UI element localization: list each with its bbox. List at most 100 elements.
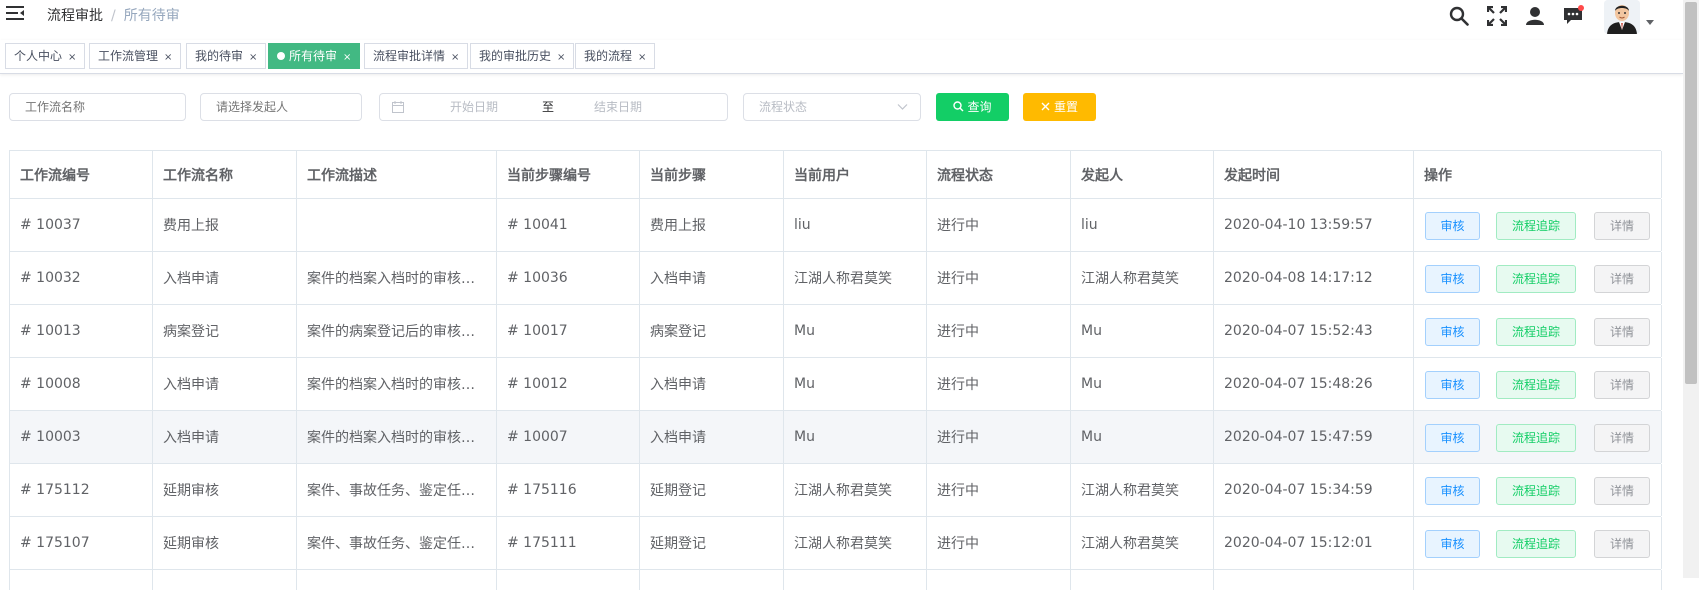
- tag-my-pending[interactable]: 我的待审 ×: [186, 43, 267, 69]
- workflow-description-text: 案件的档案入档时的审核…: [307, 271, 475, 287]
- user-icon[interactable]: [1522, 3, 1548, 29]
- close-icon[interactable]: ×: [249, 52, 257, 63]
- cell-empty: [927, 570, 1071, 590]
- start-date-input[interactable]: 开始日期: [450, 94, 498, 120]
- workflow-name-input[interactable]: [9, 93, 186, 121]
- audit-button[interactable]: 审核: [1425, 318, 1480, 346]
- breadcrumb-separator: /: [111, 8, 116, 24]
- column-header-current-user: 当前用户: [784, 151, 927, 198]
- actions-cell: 审核 流程追踪 详情: [1414, 199, 1662, 251]
- close-icon[interactable]: ×: [451, 52, 459, 63]
- table-row: # 10037 费用上报 # 10041 费用上报 liu 进行中 liu 20…: [10, 199, 1662, 252]
- vertical-scrollbar[interactable]: [1683, 0, 1699, 578]
- tag-label: 所有待审: [289, 49, 338, 63]
- detail-button[interactable]: 详情: [1594, 212, 1650, 240]
- workflow-name-cell: 延期审核: [153, 517, 297, 569]
- column-header-initiator: 发起人: [1071, 151, 1214, 198]
- audit-button[interactable]: 审核: [1425, 477, 1480, 505]
- tags-view: 个人中心 × 工作流管理 × 我的待审 × 所有待审 × 流程审批详情 × 我的审批历史 ×…: [0, 40, 1683, 74]
- search-icon[interactable]: [1446, 3, 1472, 29]
- trace-button[interactable]: 流程追踪: [1496, 318, 1576, 346]
- end-date-input[interactable]: 结束日期: [594, 94, 642, 120]
- detail-button[interactable]: 详情: [1594, 424, 1650, 452]
- trace-button[interactable]: 流程追踪: [1496, 424, 1576, 452]
- workflow-id-cell: # 10008: [10, 358, 153, 410]
- tag-label: 我的审批历史: [479, 49, 552, 63]
- search-button[interactable]: 查询: [936, 93, 1009, 121]
- actions-cell: 审核 流程追踪 详情: [1414, 464, 1662, 516]
- tag-personal-center[interactable]: 个人中心 ×: [5, 43, 86, 69]
- tag-workflow-management[interactable]: 工作流管理 ×: [89, 43, 182, 69]
- close-icon[interactable]: ×: [343, 52, 351, 63]
- breadcrumb-home[interactable]: 流程审批: [47, 8, 103, 24]
- user-avatar-dropdown[interactable]: [1604, 0, 1660, 34]
- initiator-cell: Mu: [1071, 358, 1214, 410]
- step-id-cell: # 10036: [497, 252, 640, 304]
- status-cell: 进行中: [927, 411, 1071, 463]
- close-icon[interactable]: ×: [68, 52, 76, 63]
- workflow-id-cell: # 10013: [10, 305, 153, 357]
- tag-my-workflow[interactable]: 我的流程 ×: [575, 43, 656, 69]
- message-icon[interactable]: [1560, 3, 1586, 29]
- workflow-description-text: 案件、事故任务、鉴定任…: [307, 536, 475, 552]
- workflow-id-cell: # 175107: [10, 517, 153, 569]
- current-step-cell: 入档申请: [640, 358, 784, 410]
- tag-all-pending[interactable]: 所有待审 ×: [268, 43, 361, 69]
- tag-approval-history[interactable]: 我的审批历史 ×: [470, 43, 575, 69]
- detail-button[interactable]: 详情: [1594, 371, 1650, 399]
- workflow-name-cell: 费用上报: [153, 199, 297, 251]
- audit-button[interactable]: 审核: [1425, 212, 1480, 240]
- scrollbar-thumb[interactable]: [1685, 2, 1697, 384]
- tag-label: 流程审批详情: [373, 49, 446, 63]
- hamburger-icon[interactable]: [6, 6, 24, 20]
- detail-button[interactable]: 详情: [1594, 530, 1650, 558]
- trace-button[interactable]: 流程追踪: [1496, 371, 1576, 399]
- table-row: # 10013 病案登记 案件的病案登记后的审核… # 10017 病案登记 M…: [10, 305, 1662, 358]
- detail-button[interactable]: 详情: [1594, 477, 1650, 505]
- detail-button[interactable]: 详情: [1594, 265, 1650, 293]
- workflow-id-cell: # 10003: [10, 411, 153, 463]
- current-user-cell: 江湖人称君莫笑: [784, 252, 927, 304]
- initiator-cell: Mu: [1071, 305, 1214, 357]
- step-id-cell: # 175111: [497, 517, 640, 569]
- audit-button[interactable]: 审核: [1425, 371, 1480, 399]
- audit-button[interactable]: 审核: [1425, 530, 1480, 558]
- audit-button[interactable]: 审核: [1425, 265, 1480, 293]
- date-range-picker[interactable]: 开始日期 至 结束日期: [379, 93, 728, 121]
- reset-button[interactable]: 重置: [1023, 93, 1096, 121]
- detail-button[interactable]: 详情: [1594, 318, 1650, 346]
- initiator-cell: 江湖人称君莫笑: [1071, 464, 1214, 516]
- close-icon[interactable]: ×: [638, 52, 646, 63]
- trace-button[interactable]: 流程追踪: [1496, 265, 1576, 293]
- initiator-select[interactable]: [200, 93, 362, 121]
- audit-button[interactable]: 审核: [1425, 424, 1480, 452]
- current-step-cell: 延期登记: [640, 517, 784, 569]
- initiator-cell: Mu: [1071, 411, 1214, 463]
- step-id-cell: # 10007: [497, 411, 640, 463]
- navbar: 流程审批 / 所有待审: [0, 0, 1683, 30]
- tag-approval-detail[interactable]: 流程审批详情 ×: [364, 43, 469, 69]
- start-time-cell: 2020-04-07 15:34:59: [1214, 464, 1414, 516]
- current-user-cell: 江湖人称君莫笑: [784, 517, 927, 569]
- workflow-description-cell: 案件的档案入档时的审核…: [297, 252, 497, 304]
- table-row: # 175112 延期审核 案件、事故任务、鉴定任… # 175116 延期登记…: [10, 464, 1662, 517]
- trace-button[interactable]: 流程追踪: [1496, 212, 1576, 240]
- status-select[interactable]: 流程状态: [743, 93, 921, 121]
- current-user-cell: Mu: [784, 358, 927, 410]
- actions-cell: 审核 流程追踪 详情: [1414, 517, 1662, 569]
- table-row-partial: [10, 570, 1662, 590]
- workflow-description-cell: 案件的档案入档时的审核…: [297, 358, 497, 410]
- cell-empty: [1414, 570, 1662, 590]
- start-time-cell: 2020-04-07 15:52:43: [1214, 305, 1414, 357]
- status-cell: 进行中: [927, 464, 1071, 516]
- trace-button[interactable]: 流程追踪: [1496, 530, 1576, 558]
- search-button-label: 查询: [967, 100, 992, 114]
- close-icon: [1041, 102, 1050, 111]
- status-cell: 进行中: [927, 252, 1071, 304]
- close-icon[interactable]: ×: [164, 52, 172, 63]
- start-time-cell: 2020-04-07 15:47:59: [1214, 411, 1414, 463]
- trace-button[interactable]: 流程追踪: [1496, 477, 1576, 505]
- fullscreen-icon[interactable]: [1484, 3, 1510, 29]
- close-icon[interactable]: ×: [557, 52, 565, 63]
- tag-label: 个人中心: [14, 49, 63, 63]
